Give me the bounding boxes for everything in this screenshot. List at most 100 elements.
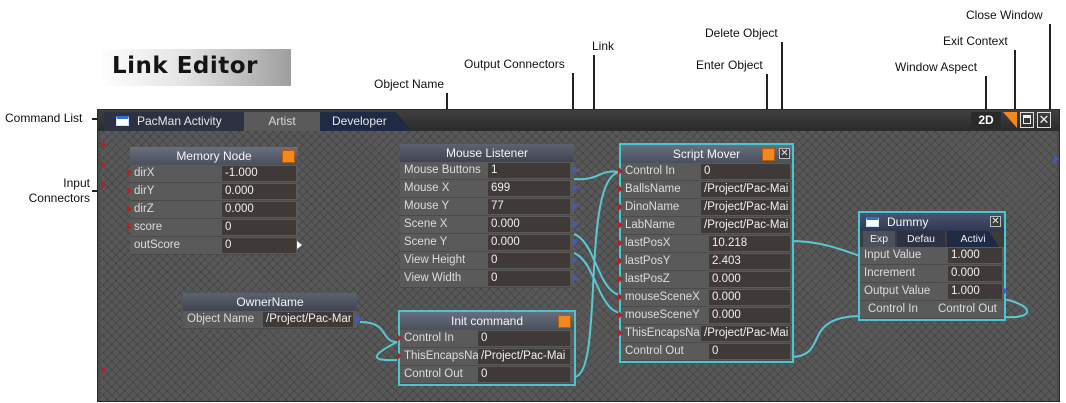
window-maximize-button[interactable] xyxy=(1020,112,1034,128)
mouse-value-buttons[interactable]: 1 xyxy=(488,163,570,178)
output-connector-icon[interactable] xyxy=(573,184,578,192)
link-dummy-loop xyxy=(1003,298,1028,319)
input-connector-icon[interactable] xyxy=(127,169,132,177)
enter-object-icon[interactable] xyxy=(558,315,571,328)
dummy-control-out-label[interactable]: Control Out xyxy=(938,301,997,318)
owner-row-object-name: Object Name/Project/Pac-Mar xyxy=(183,311,361,329)
enter-object-icon[interactable] xyxy=(282,150,295,163)
script-value-labname[interactable]: /Project/Pac-Mai xyxy=(701,218,790,233)
script-row-control-out: Control Out 0 xyxy=(621,343,792,361)
input-connector-icon[interactable] xyxy=(127,223,132,231)
script-value-mousescenex[interactable]: 0.000 xyxy=(709,290,790,305)
link-canvas[interactable]: Memory Node dirX -1.000 dirY 0.000 dirZ 0.0… xyxy=(100,131,1059,401)
dummy-control-in-label[interactable]: Control In xyxy=(868,301,918,318)
input-connector-icon[interactable] xyxy=(618,275,623,283)
input-connector-icon[interactable] xyxy=(618,167,623,175)
link-script-out-dummy-in xyxy=(789,315,861,358)
output-connector-icon[interactable] xyxy=(573,274,578,282)
memory-node[interactable]: Memory Node dirX -1.000 dirY 0.000 dirZ 0.0… xyxy=(127,147,302,255)
tab-developer[interactable]: Developer xyxy=(320,112,412,131)
delete-object-icon[interactable]: ✕ xyxy=(990,216,1001,227)
dummy-tab-exp[interactable]: Exp xyxy=(863,231,895,247)
dummy-node[interactable]: Dummy ✕ Exp Defau Activi Input Value 1.000… xyxy=(858,211,1008,321)
dummy-value-increment[interactable]: 0.000 xyxy=(948,266,1002,281)
script-mover-node[interactable]: Script Mover ✕ Control In 0 BallsName/Proj… xyxy=(618,143,794,363)
owner-name-header[interactable]: OwnerName xyxy=(183,293,357,311)
input-connector-icon[interactable] xyxy=(618,239,623,247)
mouse-value-viewheight[interactable]: 0 xyxy=(488,253,570,268)
script-value-lastposy[interactable]: 2.403 xyxy=(709,254,790,269)
tab-artist[interactable]: Artist xyxy=(244,112,320,131)
memory-node-header[interactable]: Memory Node xyxy=(130,147,298,165)
input-connector-icon[interactable] xyxy=(618,293,623,301)
mouse-row-scenex: Scene X 0.000 xyxy=(400,216,578,234)
memory-value-score[interactable]: 0 xyxy=(222,220,296,235)
mouse-row-y: Mouse Y 77 xyxy=(400,198,578,216)
mouse-value-y[interactable]: 77 xyxy=(488,199,570,214)
tab-pacman-activity[interactable]: PacMan Activity xyxy=(104,112,244,131)
output-connector-icon[interactable] xyxy=(573,220,578,228)
init-value-encapsname[interactable]: /Project/Pac-Mai xyxy=(478,349,570,364)
script-row-lastposy: lastPosY 2.403 xyxy=(618,253,792,271)
dummy-value-input-value[interactable]: 1.000 xyxy=(948,248,1002,263)
script-value-lastposz[interactable]: 0.000 xyxy=(709,272,790,287)
script-value-ballsname[interactable]: /Project/Pac-Mai xyxy=(701,182,790,197)
script-row-lastposz: lastPosZ 0.000 xyxy=(618,271,792,289)
input-connector-icon[interactable] xyxy=(618,203,623,211)
owner-value-object-name[interactable]: /Project/Pac-Mar xyxy=(263,312,353,327)
dummy-header[interactable]: Dummy ✕ xyxy=(860,213,1004,231)
output-connector-icon[interactable] xyxy=(356,315,361,323)
leader-close-window xyxy=(1049,24,1051,116)
output-connector-icon[interactable] xyxy=(573,202,578,210)
script-value-dinoname[interactable]: /Project/Pac-Mai xyxy=(701,200,790,215)
mouse-value-x[interactable]: 699 xyxy=(488,181,570,196)
close-window-button[interactable]: ✕ xyxy=(1037,112,1051,128)
input-connector-icon[interactable] xyxy=(127,205,132,213)
memory-value-dirz[interactable]: 0.000 xyxy=(222,202,296,217)
script-row-ballsname: BallsName/Project/Pac-Mai xyxy=(618,181,792,199)
dummy-tab-activi[interactable]: Activi xyxy=(947,231,999,247)
script-value-control-in[interactable]: 0 xyxy=(701,164,790,179)
input-connector-icon[interactable] xyxy=(127,187,132,195)
output-connector-icon[interactable] xyxy=(1003,287,1008,295)
mouse-value-scenex[interactable]: 0.000 xyxy=(488,217,570,232)
input-connector-icon[interactable] xyxy=(397,352,402,360)
output-connector-icon[interactable] xyxy=(573,256,578,264)
input-connector-icon[interactable] xyxy=(618,311,623,319)
init-value-control-out[interactable]: 0 xyxy=(478,367,570,382)
window-aspect-button[interactable]: 2D xyxy=(971,112,1001,128)
script-value-lastposx[interactable]: 10.218 xyxy=(709,236,790,251)
script-value-mousesceney[interactable]: 0.000 xyxy=(709,308,790,323)
input-connector-icon[interactable] xyxy=(618,185,623,193)
exit-context-button[interactable] xyxy=(1003,112,1017,128)
dummy-row-increment: Increment 0.000 xyxy=(860,265,1004,283)
input-connector-icon[interactable] xyxy=(618,221,623,229)
delete-object-icon[interactable]: ✕ xyxy=(779,148,790,159)
mouse-value-viewwidth[interactable]: 0 xyxy=(488,271,570,286)
input-connector-icon[interactable] xyxy=(618,329,623,337)
annotation-exit-context: Exit Context xyxy=(943,34,1008,48)
init-command-node[interactable]: Init command Control In 0 ThisEncapsNa/Pr… xyxy=(397,310,576,386)
dummy-tab-defau[interactable]: Defau xyxy=(897,231,945,247)
script-value-encapsname[interactable]: /Project/Pac-Mai xyxy=(701,326,790,341)
input-connector-icon[interactable] xyxy=(397,334,402,342)
output-connector-icon[interactable] xyxy=(573,166,578,174)
output-connector-icon[interactable] xyxy=(573,238,578,246)
mouse-value-sceney[interactable]: 0.000 xyxy=(488,235,570,250)
script-value-control-out[interactable]: 0 xyxy=(709,344,790,359)
init-command-header[interactable]: Init command xyxy=(400,312,574,330)
link-init-out-to-scriptin xyxy=(573,171,621,378)
memory-value-dirx[interactable]: -1.000 xyxy=(222,166,296,181)
memory-value-outscore[interactable]: 0 xyxy=(222,238,296,253)
memory-value-diry[interactable]: 0.000 xyxy=(222,184,296,199)
mouse-listener-node[interactable]: Mouse Listener Mouse Buttons 1 Mouse X 699… xyxy=(400,144,578,288)
dummy-value-output-value[interactable]: 1.000 xyxy=(948,284,1002,299)
input-connector-icon[interactable] xyxy=(618,257,623,265)
owner-name-node[interactable]: OwnerName Object Name/Project/Pac-Mar xyxy=(183,293,361,329)
enter-object-icon[interactable] xyxy=(762,148,775,161)
mouse-listener-header[interactable]: Mouse Listener xyxy=(400,144,574,162)
script-mover-header[interactable]: Script Mover ✕ xyxy=(621,145,792,163)
script-row-control-in: Control In 0 xyxy=(618,163,792,181)
output-connector-icon[interactable] xyxy=(297,241,302,249)
init-value-control-in[interactable]: 0 xyxy=(478,331,570,346)
